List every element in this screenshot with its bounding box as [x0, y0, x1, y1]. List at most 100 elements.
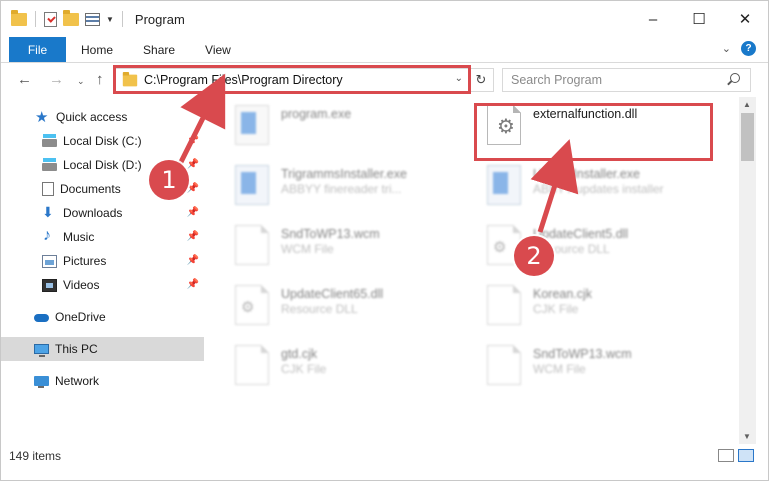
chevron-down-icon[interactable]: ⌄ — [722, 42, 731, 55]
sidebar-item-quick-access[interactable]: Quick access — [1, 105, 204, 129]
folder-icon[interactable] — [11, 9, 27, 26]
customize-toolbar-dropdown-icon[interactable]: ▼ — [106, 15, 114, 24]
exe-file-icon — [235, 105, 269, 145]
sidebar-item-label: Network — [55, 374, 100, 388]
ribbon-tabs: File Home Share View ⌄ ? — [1, 37, 768, 63]
view-properties-icon[interactable] — [85, 12, 100, 26]
sidebar-item-onedrive[interactable]: OneDrive — [1, 305, 204, 329]
pin-icon[interactable]: 📌 — [187, 159, 199, 170]
window-controls: – ☐ ✕ — [630, 1, 768, 37]
file-name: UpdateClient5.dll — [533, 227, 629, 241]
search-box[interactable]: Search Program — [502, 68, 751, 92]
quick-access-toolbar: ▼ — [1, 9, 125, 27]
toolbar-divider — [121, 11, 123, 27]
sidebar-item-label: This PC — [55, 342, 98, 356]
file-type: ABBYY updates installer — [533, 182, 664, 196]
large-icons-view-icon[interactable] — [738, 449, 754, 462]
tab-view[interactable]: View — [190, 37, 246, 62]
scroll-down-icon[interactable]: ▼ — [743, 432, 751, 441]
sidebar-item-music[interactable]: Music 📌 — [1, 225, 204, 249]
toolbar-divider — [35, 11, 36, 27]
drive-icon — [42, 157, 57, 171]
up-arrow-icon[interactable]: ↑ — [96, 71, 104, 88]
sidebar-item-pictures[interactable]: Pictures 📌 — [1, 249, 204, 273]
sidebar-item-this-pc[interactable]: This PC — [1, 337, 204, 361]
vertical-scrollbar[interactable]: ▲ ▼ — [739, 97, 756, 444]
address-bar-highlight — [113, 65, 471, 94]
item-count: 149 items — [9, 449, 62, 463]
scroll-up-icon[interactable]: ▲ — [743, 100, 751, 109]
onedrive-icon — [34, 314, 49, 322]
properties-check-icon[interactable] — [44, 11, 57, 27]
navigation-pane: Quick access Local Disk (C:) 📌 Local Dis… — [1, 97, 206, 444]
maximize-button[interactable]: ☐ — [676, 1, 722, 37]
pin-icon[interactable]: 📌 — [187, 135, 199, 146]
exe-file-icon — [235, 165, 269, 205]
step-1-badge: 1 — [149, 160, 189, 200]
file-type: ABBYY finereader tri... — [281, 182, 402, 196]
network-icon — [34, 376, 49, 388]
tab-file[interactable]: File — [9, 37, 66, 62]
generic-file-icon — [235, 345, 269, 385]
scrollbar-thumb[interactable] — [741, 113, 754, 161]
file-name: SndToWP13.wcm — [533, 347, 632, 361]
star-icon — [35, 108, 50, 126]
file-name: gtd.cjk — [281, 347, 318, 361]
file-item-gtd-cjk[interactable]: gtd.cjk CJK File — [211, 339, 456, 389]
sidebar-item-label: OneDrive — [55, 310, 106, 324]
back-arrow-icon[interactable]: ← — [17, 71, 32, 88]
file-name: UpdateClient65.dll — [281, 287, 384, 301]
sidebar-item-label: Pictures — [63, 254, 107, 268]
minimize-button[interactable]: – — [630, 1, 676, 37]
pin-icon[interactable]: 📌 — [187, 279, 199, 290]
view-toggle — [718, 449, 754, 462]
drive-icon — [42, 133, 57, 147]
file-name: UpdateInstaller.exe — [533, 167, 641, 181]
sidebar-item-network[interactable]: Network — [1, 369, 204, 393]
sidebar-item-downloads[interactable]: Downloads 📌 — [1, 201, 204, 225]
sidebar-item-label: Music — [63, 230, 95, 244]
videos-icon — [42, 278, 57, 292]
music-icon — [42, 227, 57, 245]
dll-file-gear-icon — [235, 285, 269, 325]
tab-share[interactable]: Share — [128, 37, 190, 62]
new-folder-icon[interactable] — [63, 9, 79, 26]
forward-arrow-icon[interactable]: → — [49, 71, 64, 88]
sidebar-item-label: Downloads — [63, 206, 123, 220]
refresh-icon[interactable]: ↻ — [468, 69, 493, 91]
file-item-sndtowp13-wcm[interactable]: SndToWP13.wcm WCM File — [211, 219, 456, 269]
file-item-trigramms-installer[interactable]: TrigrammsInstaller.exe ABBYY finereader … — [211, 159, 456, 209]
close-button[interactable]: ✕ — [722, 1, 768, 37]
pin-icon[interactable]: 📌 — [187, 207, 199, 218]
generic-file-icon — [487, 345, 521, 385]
pin-icon[interactable]: 📌 — [187, 231, 199, 242]
file-type: WCM File — [281, 242, 334, 256]
sidebar-item-videos[interactable]: Videos 📌 — [1, 273, 204, 297]
file-type: CJK File — [281, 362, 327, 376]
search-input[interactable]: Search Program — [511, 73, 602, 87]
status-bar: 149 items — [1, 444, 768, 468]
recent-locations-dropdown-icon[interactable]: ⌄ — [77, 76, 85, 87]
file-item-sndtowp13-wcm-2[interactable]: SndToWP13.wcm WCM File — [463, 339, 708, 389]
generic-file-icon — [235, 225, 269, 265]
help-icon[interactable]: ? — [741, 41, 756, 56]
sidebar-item-local-disk-c[interactable]: Local Disk (C:) 📌 — [1, 129, 204, 153]
tab-home[interactable]: Home — [66, 37, 128, 62]
file-name: SndToWP13.wcm — [281, 227, 380, 241]
pictures-icon — [42, 254, 57, 268]
pin-icon[interactable]: 📌 — [187, 255, 199, 266]
ribbon-right-controls: ⌄ ? — [722, 41, 756, 56]
file-item-update-installer[interactable]: UpdateInstaller.exe ABBYY updates instal… — [463, 159, 708, 209]
file-item-korean-cjk[interactable]: Korean.cjk CJK File — [463, 279, 708, 329]
file-item-program-exe[interactable]: program.exe — [211, 99, 456, 149]
file-item-updateclient65-dll[interactable]: UpdateClient65.dll Resource DLL — [211, 279, 456, 329]
sidebar-item-label: Local Disk (C:) — [63, 134, 142, 148]
details-view-icon[interactable] — [718, 449, 734, 462]
exe-file-icon — [487, 165, 521, 205]
title-bar: ▼ Program – ☐ ✕ — [1, 1, 768, 37]
sidebar-item-label: Documents — [60, 182, 121, 196]
file-item-updateclient5-dll[interactable]: UpdateClient5.dll Resource DLL — [463, 219, 708, 269]
file-name: TrigrammsInstaller.exe — [281, 167, 407, 181]
search-icon[interactable] — [730, 73, 740, 83]
sidebar-item-label: Local Disk (D:) — [63, 158, 142, 172]
